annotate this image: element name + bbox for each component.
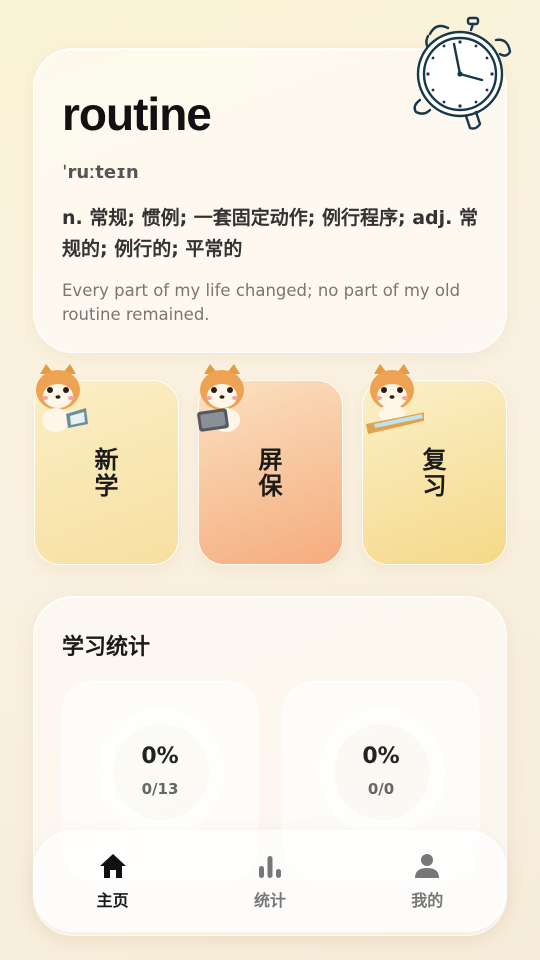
bottom-nav: 主页 统计 我的 xyxy=(33,830,507,932)
nav-label-profile: 我的 xyxy=(411,891,444,910)
dog-reading-icon xyxy=(36,364,88,432)
nav-item-stats[interactable]: 统计 xyxy=(215,851,325,911)
nav-label-stats: 统计 xyxy=(253,891,286,910)
word-example: Every part of my life changed; no part o… xyxy=(62,280,461,324)
new-learn-label: 新学 xyxy=(94,445,119,500)
progress-ring xyxy=(318,708,446,836)
stat-percent: 0% xyxy=(362,744,400,769)
progress-ring xyxy=(97,708,225,836)
stats-title: 学习统计 xyxy=(62,635,151,660)
nav-label-home: 主页 xyxy=(96,891,129,910)
stat-percent: 0% xyxy=(141,744,179,769)
alarm-clock-icon xyxy=(413,16,512,130)
home-icon xyxy=(99,854,126,878)
screensaver-label: 屏保 xyxy=(258,445,283,500)
dog-tablet-icon xyxy=(197,364,244,432)
word-meaning: n. 常规; 惯例; 一套固定动作; 例行程序; adj. 常规的; 例行的; … xyxy=(62,206,478,260)
user-icon xyxy=(415,854,440,878)
nav-item-home[interactable]: 主页 xyxy=(58,851,168,911)
stat-fraction: 0/0 xyxy=(367,780,395,798)
nav-item-profile[interactable]: 我的 xyxy=(372,851,482,911)
review-label: 复习 xyxy=(422,445,447,500)
dog-keyboard-icon xyxy=(366,364,424,434)
word-phonetic: ˈruːteɪn xyxy=(62,161,139,183)
stat-fraction: 0/13 xyxy=(141,780,179,798)
bar-chart-icon xyxy=(258,856,281,878)
